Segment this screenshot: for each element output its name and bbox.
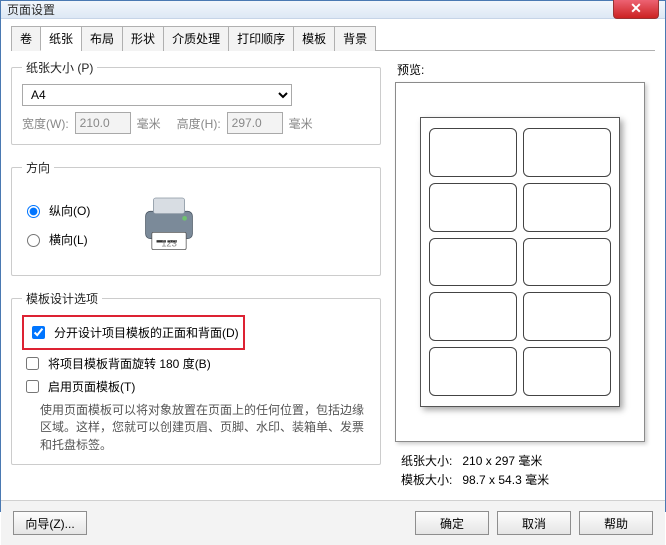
separate-front-back-input[interactable] [32, 326, 45, 339]
height-label: 高度(H): [177, 115, 221, 132]
preview-template-size: 模板大小: 98.7 x 54.3 毫米 [401, 471, 655, 488]
label-cell [429, 347, 517, 396]
tab-0[interactable]: 卷 [11, 26, 41, 51]
separate-front-back-label: 分开设计项目模板的正面和背面(D) [54, 324, 239, 341]
width-label: 宽度(W): [22, 115, 69, 132]
svg-text:123: 123 [162, 238, 178, 248]
height-unit: 毫米 [289, 115, 313, 132]
titlebar: 页面设置 ✕ [1, 1, 665, 19]
template-description: 使用页面模板可以将对象放置在页面上的任何位置，包括边缘区域。这样，您就可以创建页… [40, 402, 370, 454]
paper-dimensions-row: 宽度(W): 毫米 高度(H): 毫米 [22, 112, 370, 134]
landscape-radio[interactable]: 横向(L) [22, 231, 90, 248]
paper-size-legend: 纸张大小 (P) [22, 59, 97, 76]
rotate-back-checkbox[interactable]: 将项目模板背面旋转 180 度(B) [22, 354, 370, 373]
paper-size-group: 纸张大小 (P) A4 宽度(W): 毫米 高度(H): 毫米 [11, 59, 381, 145]
tab-5[interactable]: 打印顺序 [228, 26, 294, 51]
template-options-group: 模板设计选项 分开设计项目模板的正面和背面(D) 将项目模板背面旋转 180 度… [11, 290, 381, 465]
template-options-legend: 模板设计选项 [22, 290, 102, 307]
label-cell [429, 128, 517, 177]
highlight-box: 分开设计项目模板的正面和背面(D) [22, 315, 245, 350]
preview-paper-size: 纸张大小: 210 x 297 毫米 [401, 452, 655, 469]
label-cell [523, 347, 611, 396]
label-cell [523, 128, 611, 177]
height-input [227, 112, 283, 134]
label-cell [523, 183, 611, 232]
tab-strip: 卷纸张布局形状介质处理打印顺序模板背景 [11, 25, 655, 51]
preview-box [395, 82, 645, 442]
portrait-radio-input[interactable] [27, 205, 40, 218]
label-cell [429, 183, 517, 232]
orientation-legend: 方向 [22, 159, 54, 176]
paper-size-select[interactable]: A4 [22, 84, 292, 106]
enable-page-template-checkbox[interactable]: 启用页面模板(T) [22, 377, 370, 396]
enable-page-template-input[interactable] [26, 380, 39, 393]
portrait-radio[interactable]: 纵向(O) [22, 202, 90, 219]
rotate-back-label: 将项目模板背面旋转 180 度(B) [48, 355, 211, 372]
label-cell [523, 238, 611, 287]
tab-content: 纸张大小 (P) A4 宽度(W): 毫米 高度(H): 毫米 方向 [11, 51, 655, 490]
width-unit: 毫米 [137, 115, 161, 132]
preview-label: 预览: [397, 61, 655, 78]
ok-button[interactable]: 确定 [415, 511, 489, 535]
right-panel: 预览: [395, 59, 655, 490]
tab-4[interactable]: 介质处理 [163, 26, 229, 51]
dialog-window: 页面设置 ✕ 卷纸张布局形状介质处理打印顺序模板背景 纸张大小 (P) A4 宽… [0, 0, 666, 512]
cancel-button[interactable]: 取消 [497, 511, 571, 535]
landscape-label: 横向(L) [49, 231, 88, 248]
rotate-back-input[interactable] [26, 357, 39, 370]
label-cell [429, 238, 517, 287]
label-cell [429, 292, 517, 341]
enable-page-template-label: 启用页面模板(T) [48, 378, 135, 395]
dialog-footer: 向导(Z)... 确定 取消 帮助 [1, 500, 665, 545]
wizard-button[interactable]: 向导(Z)... [13, 511, 87, 535]
tab-3[interactable]: 形状 [122, 26, 164, 51]
close-button[interactable]: ✕ [613, 0, 659, 19]
width-input [75, 112, 131, 134]
left-panel: 纸张大小 (P) A4 宽度(W): 毫米 高度(H): 毫米 方向 [11, 59, 395, 490]
tab-6[interactable]: 模板 [293, 26, 335, 51]
orientation-group: 方向 纵向(O) 横向(L) [11, 159, 381, 276]
dialog-body: 卷纸张布局形状介质处理打印顺序模板背景 纸张大小 (P) A4 宽度(W): 毫… [1, 19, 665, 500]
tab-2[interactable]: 布局 [81, 26, 123, 51]
printer-icon: 123 [130, 184, 208, 265]
landscape-radio-input[interactable] [27, 234, 40, 247]
tab-7[interactable]: 背景 [334, 26, 376, 51]
separate-front-back-checkbox[interactable]: 分开设计项目模板的正面和背面(D) [28, 323, 239, 342]
preview-page [420, 117, 620, 407]
window-title: 页面设置 [7, 1, 55, 18]
help-button[interactable]: 帮助 [579, 511, 653, 535]
tab-1[interactable]: 纸张 [40, 26, 82, 51]
label-cell [523, 292, 611, 341]
portrait-label: 纵向(O) [49, 202, 90, 219]
preview-info: 纸张大小: 210 x 297 毫米 模板大小: 98.7 x 54.3 毫米 [395, 452, 655, 488]
